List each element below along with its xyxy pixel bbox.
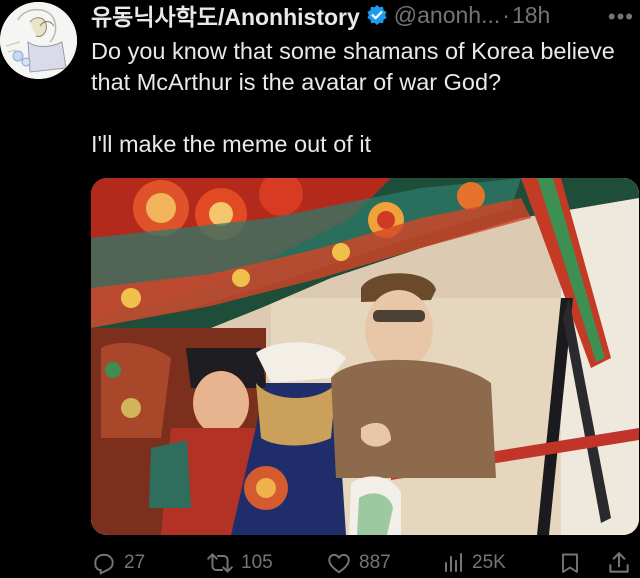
display-name[interactable]: 유동닉사학도/Anonhistory — [91, 0, 360, 32]
tweet-text-line: Do you know that some shamans of Korea b… — [91, 38, 615, 95]
repost-count: 105 — [241, 552, 273, 573]
like-button[interactable]: 887 — [326, 548, 391, 578]
bookmark-icon — [562, 553, 578, 573]
views-icon — [445, 553, 462, 572]
views-button[interactable]: 25K — [441, 548, 506, 578]
reply-count: 27 — [124, 552, 146, 573]
avatar[interactable] — [0, 2, 77, 79]
tweet-text: Do you know that some shamans of Korea b… — [91, 36, 636, 160]
share-icon — [609, 552, 629, 573]
timestamp[interactable]: 18h — [512, 2, 550, 29]
verified-badge-icon — [366, 4, 388, 26]
share-button[interactable] — [606, 548, 632, 578]
action-bar: 27 105 887 25K — [91, 548, 640, 578]
bookmark-button[interactable] — [558, 548, 582, 578]
reply-button[interactable]: 27 — [91, 548, 145, 578]
tweet-text-line: I'll make the meme out of it — [91, 131, 372, 157]
like-count: 887 — [359, 552, 391, 573]
more-icon[interactable]: ••• — [608, 4, 634, 30]
tweet-media-image[interactable] — [91, 178, 639, 535]
repost-button[interactable]: 105 — [206, 548, 273, 578]
repost-icon — [207, 553, 233, 573]
separator-dot: · — [502, 1, 510, 28]
handle[interactable]: @anonh... — [394, 2, 500, 29]
tweet-header: 유동닉사학도/Anonhistory @anonh... · 18h — [91, 0, 640, 32]
views-count: 25K — [472, 552, 506, 573]
like-icon — [328, 553, 350, 574]
reply-icon — [94, 553, 114, 575]
